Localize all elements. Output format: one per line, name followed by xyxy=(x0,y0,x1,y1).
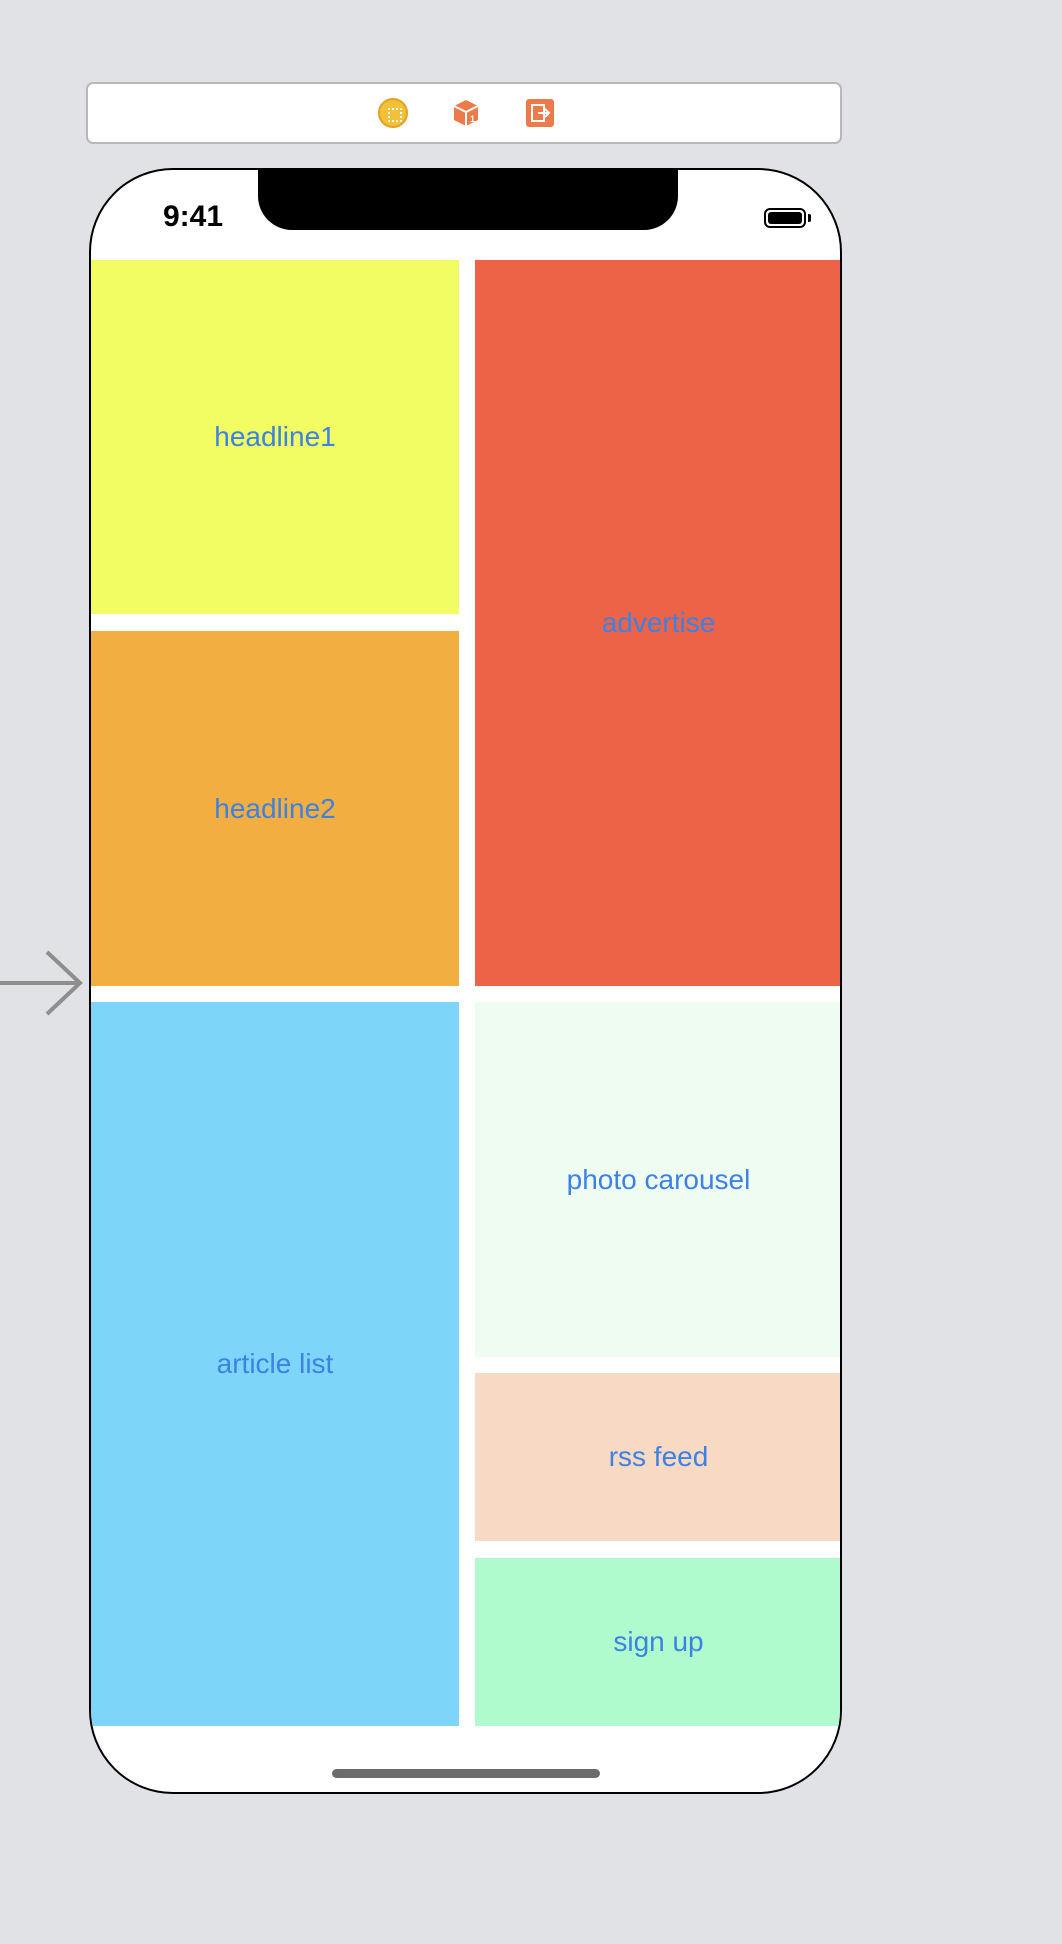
device-notch xyxy=(258,170,678,230)
scene-dock: 1 xyxy=(86,82,842,144)
headline1-label: headline1 xyxy=(214,421,336,452)
photo-carousel-view[interactable]: photo carousel xyxy=(475,1002,840,1357)
headline2-label: headline2 xyxy=(214,792,336,824)
home-indicator xyxy=(332,1769,600,1778)
sign-up-label: sign up xyxy=(613,1626,704,1657)
article-list-view[interactable]: article list xyxy=(91,1002,459,1726)
svg-text:1: 1 xyxy=(470,114,475,124)
sign-up-view[interactable]: sign up xyxy=(475,1558,840,1726)
first-responder-cube-icon[interactable]: 1 xyxy=(451,98,481,128)
storyboard-entry-arrow-icon[interactable] xyxy=(0,950,86,1016)
storyboard-canvas: 1 9:41 headline1 headline2 advertise art… xyxy=(0,0,1062,1944)
battery-cap xyxy=(808,214,811,222)
exit-icon[interactable] xyxy=(525,98,555,128)
iphone-device-frame: 9:41 headline1 headline2 advertise artic… xyxy=(89,168,842,1794)
article-list-label: article list xyxy=(216,1348,334,1379)
advertise-view[interactable]: advertise xyxy=(475,260,840,986)
battery-full-icon xyxy=(764,208,806,228)
status-bar-time: 9:41 xyxy=(162,200,224,233)
rss-feed-label: rss feed xyxy=(608,1441,709,1472)
rss-feed-view[interactable]: rss feed xyxy=(475,1373,840,1541)
headline2-view[interactable]: headline2 xyxy=(91,631,459,986)
advertise-label: advertise xyxy=(601,607,716,638)
photo-carousel-label: photo carousel xyxy=(566,1163,751,1195)
view-controller-icon[interactable] xyxy=(378,98,408,128)
headline1-view[interactable]: headline1 xyxy=(91,260,459,614)
